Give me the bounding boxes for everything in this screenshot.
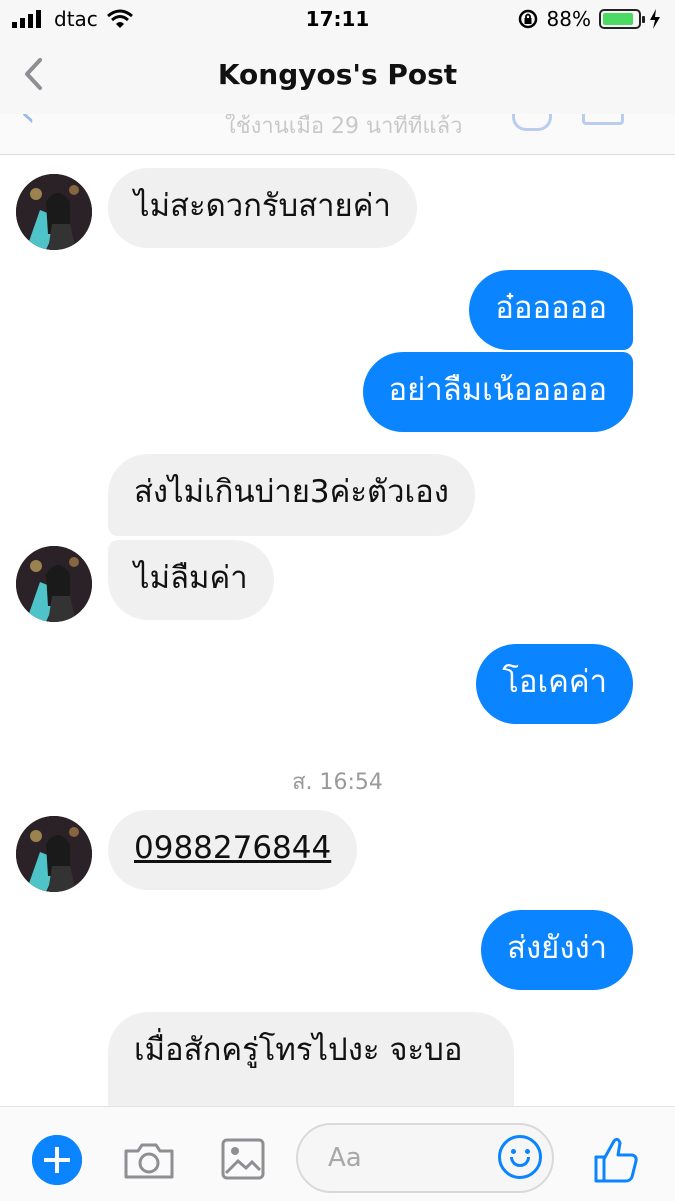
timestamp: ส. 16:54 xyxy=(292,770,383,795)
avatar[interactable] xyxy=(16,546,92,622)
faded-back-icon: ‹ xyxy=(20,114,36,136)
phone-number-link[interactable]: 0988276844 xyxy=(134,830,331,866)
avatar[interactable] xyxy=(16,816,92,892)
conversation-subheader: ‹ ใช้งานเมื่อ 29 นาทีที่แล้ว xyxy=(0,114,675,155)
message-bubble[interactable]: ไม่ลืมค่า xyxy=(108,540,274,620)
message-bubble[interactable]: ส่งไม่เกินบ่าย3ค่ะตัวเอง xyxy=(108,454,475,536)
message-bubble[interactable]: 0988276844 xyxy=(108,810,358,890)
add-button[interactable] xyxy=(32,1135,82,1185)
message-composer: Aa xyxy=(0,1106,675,1201)
message-bubble[interactable]: เมื่อสักครู่โทรไปงะ จะบอ xyxy=(108,1012,514,1106)
avatar-photo xyxy=(16,816,92,892)
like-icon[interactable] xyxy=(592,1135,640,1185)
video-call-icon[interactable] xyxy=(582,114,624,125)
message-bubble[interactable]: อย่าลืมเน้อออออ xyxy=(362,352,633,432)
message-bubble[interactable]: ไม่สะดวกรับสายค่า xyxy=(108,168,417,248)
avatar-photo xyxy=(16,546,92,622)
message-bubble[interactable]: ส่งยังง่า xyxy=(481,910,633,990)
message-input[interactable]: Aa xyxy=(296,1123,554,1193)
page-title: Kongyos's Post xyxy=(217,58,458,91)
battery-fill xyxy=(603,13,633,25)
message-input-placeholder: Aa xyxy=(328,1143,362,1173)
status-right: 88% xyxy=(517,7,661,31)
active-status: ใช้งานเมื่อ 29 นาทีที่แล้ว xyxy=(225,114,463,139)
charging-icon xyxy=(650,9,660,29)
message-bubble[interactable]: โอเคค่า xyxy=(476,644,633,724)
photo-icon[interactable] xyxy=(220,1137,266,1181)
status-bar: dtac 17:11 88% xyxy=(0,0,675,38)
camera-icon[interactable] xyxy=(122,1141,176,1181)
orientation-lock-icon xyxy=(518,9,537,29)
plus-icon xyxy=(32,1135,82,1185)
emoji-icon[interactable] xyxy=(498,1135,542,1179)
call-icon[interactable] xyxy=(512,114,552,131)
avatar-photo xyxy=(16,174,92,250)
nav-bar: Kongyos's Post xyxy=(0,38,675,114)
battery-percent: 88% xyxy=(546,7,591,31)
message-list: ไม่สะดวกรับสายค่า อ๋อออออ อย่าลืมเน้ออออ… xyxy=(0,154,675,1106)
message-bubble[interactable]: อ๋อออออ xyxy=(469,270,633,350)
avatar[interactable] xyxy=(16,174,92,250)
battery-icon xyxy=(599,9,645,29)
